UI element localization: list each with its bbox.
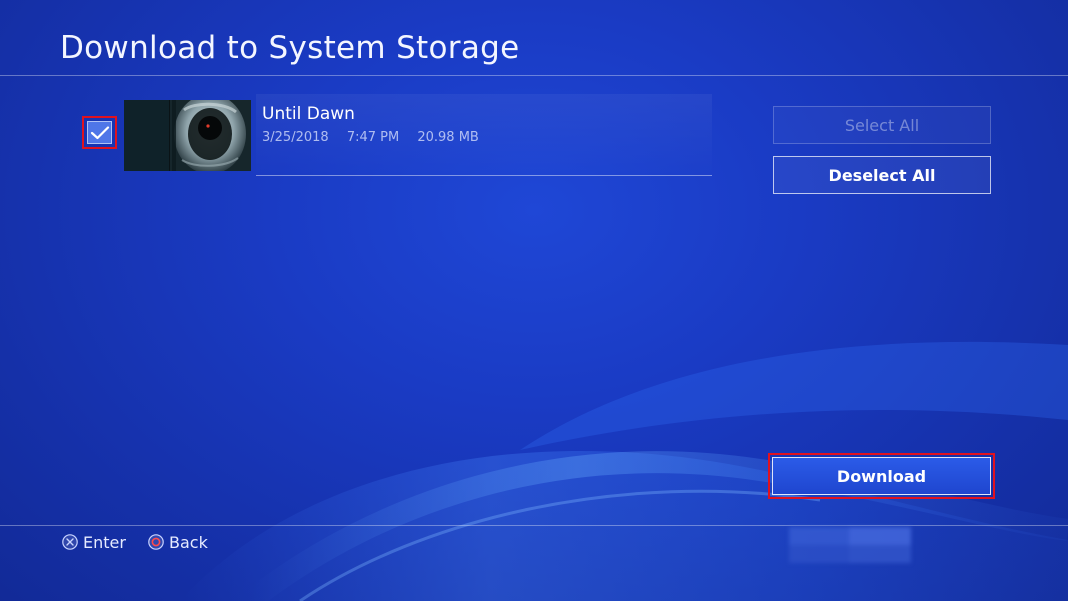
ps4-download-screen: Download to System Storage Until Dawn 3/…: [0, 0, 1068, 601]
game-title: Until Dawn: [262, 104, 355, 124]
checkmark-icon: [90, 125, 109, 139]
select-all-button[interactable]: Select All: [773, 106, 991, 144]
item-checkbox[interactable]: [87, 121, 112, 144]
content-list-item[interactable]: Until Dawn 3/25/2018 7:47 PM 20.98 MB: [80, 94, 714, 178]
item-size: 20.98 MB: [417, 130, 479, 145]
circle-button-icon: [148, 534, 164, 550]
page-title: Download to System Storage: [60, 30, 520, 66]
item-date: 3/25/2018: [262, 130, 329, 145]
title-divider: [0, 75, 1068, 76]
deselect-all-button[interactable]: Deselect All: [773, 156, 991, 194]
footer-hint-enter: Enter: [62, 532, 126, 552]
footer-hint-back: Back: [148, 532, 208, 552]
blurred-redaction: [789, 527, 911, 563]
item-divider: [256, 175, 712, 176]
enter-label: Enter: [83, 532, 126, 552]
cross-button-icon: [62, 534, 78, 550]
game-thumbnail: [124, 100, 251, 171]
footer-divider: [0, 525, 1068, 526]
item-meta: 3/25/2018 7:47 PM 20.98 MB: [262, 130, 493, 145]
download-button[interactable]: Download: [772, 457, 991, 495]
item-time: 7:47 PM: [346, 130, 400, 145]
back-label: Back: [169, 532, 208, 552]
background-waves: [180, 341, 1068, 601]
